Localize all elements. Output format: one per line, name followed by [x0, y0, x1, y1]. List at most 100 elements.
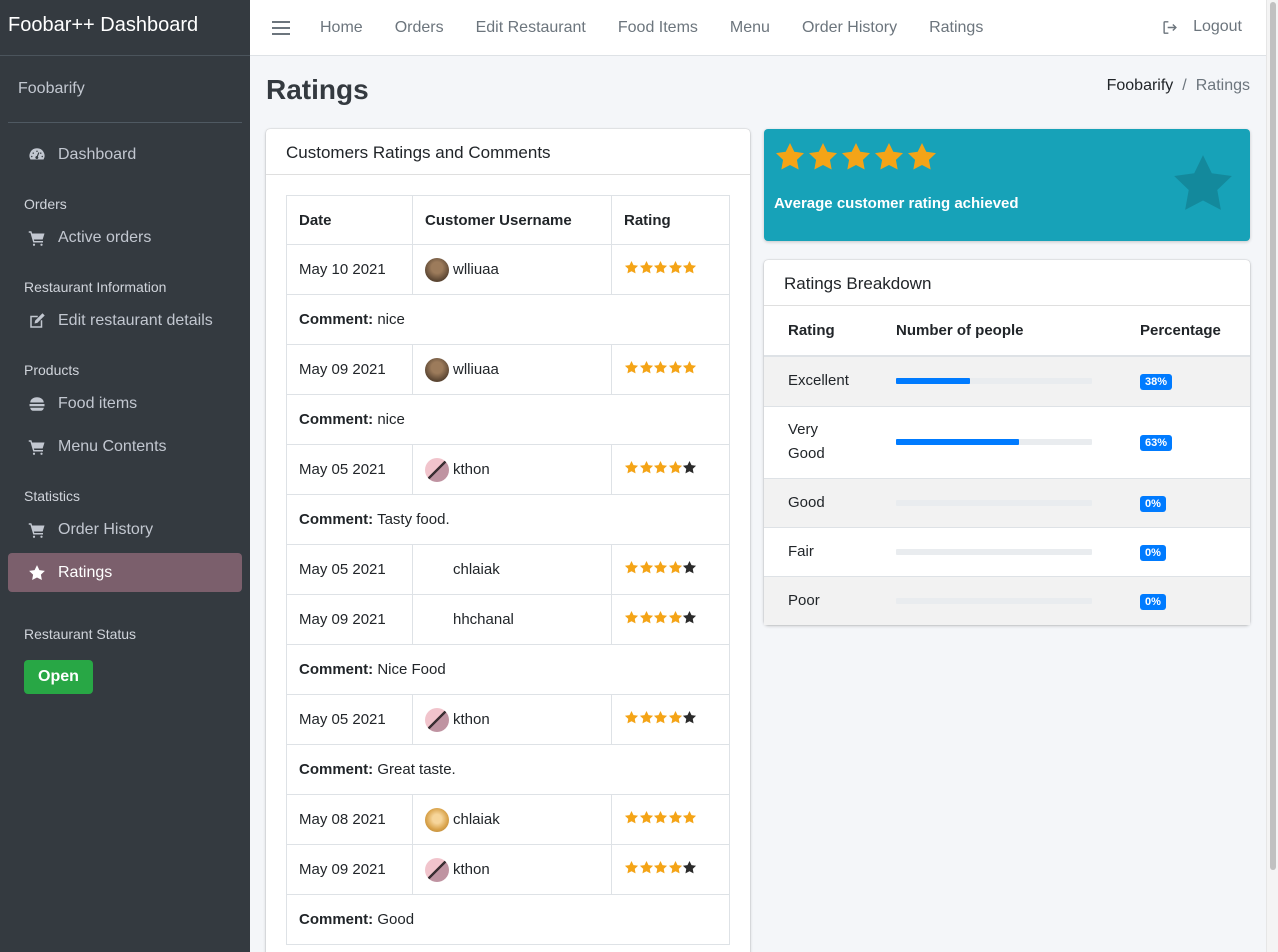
table-row: May 05 2021 kthon	[286, 694, 730, 745]
customer-username: hhchanal	[453, 611, 514, 628]
nav-link-orders[interactable]: Orders	[395, 19, 444, 37]
customer-username: wlliuaa	[453, 261, 499, 278]
star-icon	[776, 143, 804, 170]
sidebar: Foobar++ Dashboard Foobarify Dashboard O…	[0, 0, 250, 952]
star-icon	[624, 360, 639, 374]
breakdown-row: Excellent 38%	[764, 355, 1250, 406]
rating-level: Poor	[788, 591, 820, 609]
nav-link-food-items[interactable]: Food Items	[618, 19, 698, 37]
breakdown-pct-cell: 0%	[1116, 526, 1250, 576]
avatar	[425, 807, 449, 832]
nav-link-ratings[interactable]: Ratings	[929, 19, 983, 37]
breakdown-table: Rating Number of people Percentage Excel…	[764, 306, 1250, 625]
star-icon	[668, 610, 682, 624]
user-name[interactable]: Foobarify	[8, 56, 242, 123]
top-navbar: Home Orders Edit Restaurant Food Items M…	[250, 0, 1266, 56]
scrollbar-thumb[interactable]	[1270, 2, 1276, 870]
comment-cell: Comment: nice	[286, 394, 730, 445]
sidebar-item-food-items[interactable]: Food items	[8, 384, 242, 423]
rating-stars	[611, 544, 730, 595]
star-icon	[668, 360, 682, 374]
sidebar-item-label: Menu Contents	[58, 437, 167, 455]
progress-bar-fill	[896, 378, 971, 385]
star-icon	[1174, 155, 1232, 210]
star-icon	[682, 360, 697, 374]
customer-cell: wlliuaa	[412, 344, 612, 395]
brand-title[interactable]: Foobar++ Dashboard	[0, 0, 250, 56]
star-icon	[624, 460, 639, 474]
column-header-people: Number of people	[872, 306, 1116, 357]
percentage-badge: 0%	[1140, 495, 1166, 512]
sidebar-item-dashboard[interactable]: Dashboard	[8, 135, 242, 174]
average-rating-box: Average customer rating achieved	[764, 129, 1250, 241]
avatar	[425, 558, 449, 582]
nav-link-edit-restaurant[interactable]: Edit Restaurant	[476, 19, 586, 37]
sidebar-header-restaurant: Restaurant Information	[24, 279, 167, 295]
star-icon	[668, 810, 682, 824]
star-icon	[653, 460, 668, 474]
star-icon	[668, 260, 682, 274]
breadcrumb-current: Ratings	[1195, 77, 1250, 94]
breakdown-table-body: Excellent 38% Very Good 63% Good 0% Fair 0% Poor…	[764, 355, 1250, 625]
table-header-row: Date Customer Username Rating	[286, 195, 730, 245]
progress-bar	[896, 499, 1092, 506]
comment-label: Comment:	[299, 661, 374, 678]
star-icon	[624, 710, 639, 724]
sidebar-item-active-orders[interactable]: Active orders	[8, 218, 242, 257]
customer-username: kthon	[453, 861, 490, 878]
customer-cell: kthon	[412, 844, 612, 895]
page-scrollbar[interactable]	[1266, 0, 1278, 952]
customer-cell: kthon	[412, 694, 612, 745]
breakdown-header-row: Rating Number of people Percentage	[764, 306, 1250, 357]
ratings-comments-card: Customers Ratings and Comments Date Cust…	[266, 129, 750, 952]
breakdown-bar-cell	[872, 526, 1116, 576]
breakdown-pct-cell: 0%	[1116, 477, 1250, 527]
rating-date: May 08 2021	[286, 794, 413, 845]
sidebar-item-edit-restaurant[interactable]: Edit restaurant details	[8, 301, 242, 340]
cart-icon	[24, 521, 50, 539]
nav-link-menu[interactable]: Menu	[730, 19, 770, 37]
progress-bar-fill	[896, 439, 1020, 445]
comment-cell: Comment: nice	[286, 294, 730, 345]
avatar	[425, 857, 449, 882]
sidebar-item-order-history[interactable]: Order History	[8, 510, 242, 549]
sidebar-item-ratings[interactable]: Ratings	[8, 553, 242, 592]
cart-icon	[24, 438, 50, 456]
rating-date: May 10 2021	[286, 244, 413, 295]
restaurant-open-button[interactable]: Open	[24, 660, 93, 694]
rating-date: May 09 2021	[286, 594, 413, 645]
breakdown-row: Poor 0%	[764, 575, 1250, 625]
sidebar-header-products: Products	[24, 362, 80, 378]
comment-row: Comment: Nice Food	[286, 644, 730, 695]
star-icon	[682, 260, 697, 274]
comment-text: Nice Food	[377, 661, 446, 678]
menu-toggle-icon[interactable]	[272, 20, 290, 35]
comment-row: Comment: nice	[286, 394, 730, 445]
column-header-rating: Rating	[611, 195, 730, 245]
breakdown-label: Excellent	[764, 355, 872, 406]
breakdown-pct-cell: 63%	[1116, 405, 1250, 478]
star-icon	[624, 810, 639, 824]
rating-level: Excellent	[788, 372, 849, 390]
star-icon	[624, 560, 639, 574]
star-icon	[668, 710, 682, 724]
logout-label: Logout	[1193, 18, 1242, 35]
breadcrumb-home[interactable]: Foobarify	[1107, 77, 1174, 94]
nav-link-home[interactable]: Home	[320, 19, 363, 37]
avatar	[425, 608, 449, 632]
rating-stars	[611, 694, 730, 745]
customer-cell: wlliuaa	[412, 244, 612, 295]
star-icon	[668, 860, 682, 874]
logout-button[interactable]: Logout	[1162, 18, 1242, 36]
star-icon	[682, 560, 697, 574]
breakdown-row: Fair 0%	[764, 526, 1250, 576]
ratings-card-title: Customers Ratings and Comments	[266, 129, 750, 175]
rating-stars	[611, 444, 730, 495]
sidebar-item-label: Ratings	[58, 563, 113, 581]
star-icon	[682, 460, 697, 474]
rating-level: Good	[788, 493, 825, 511]
sidebar-item-menu-contents[interactable]: Menu Contents	[8, 427, 242, 466]
star-icon	[875, 143, 903, 170]
comment-label: Comment:	[299, 911, 374, 928]
nav-link-order-history[interactable]: Order History	[802, 19, 897, 37]
